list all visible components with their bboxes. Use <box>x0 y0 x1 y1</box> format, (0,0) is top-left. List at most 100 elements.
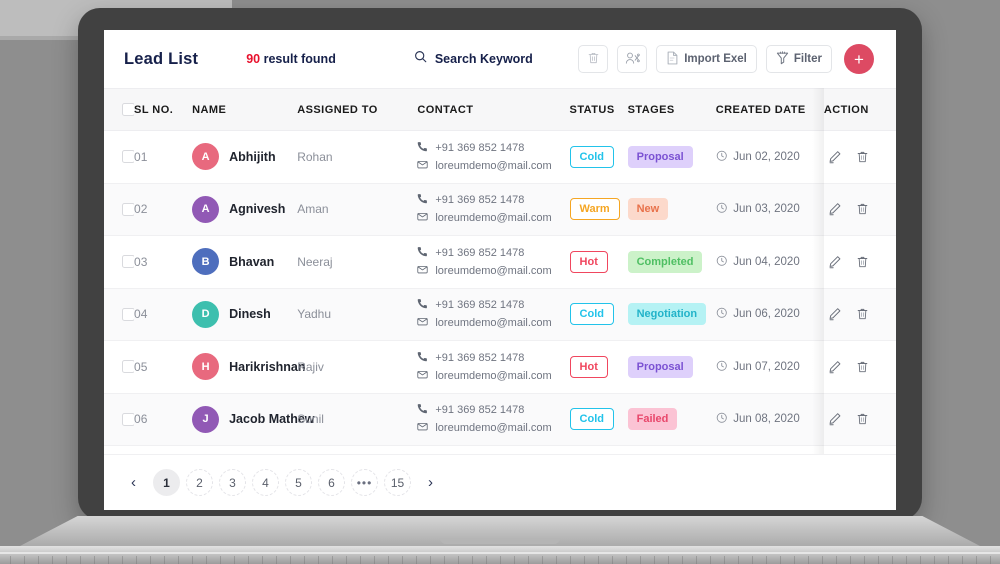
laptop-foot-tick <box>528 556 529 564</box>
laptop-screen: Lead List 90 result found Search Keyword… <box>104 30 896 510</box>
row-status-cell: Warm <box>569 183 628 236</box>
row-sl-no-cell: 01 <box>134 130 193 184</box>
laptop-foot-tick <box>808 556 809 564</box>
pagination-page-5[interactable]: 5 <box>285 469 312 496</box>
status-badge: Cold <box>569 303 614 326</box>
pagination-page-3[interactable]: 3 <box>219 469 246 496</box>
row-sl-no-cell: 04 <box>134 288 193 341</box>
edit-icon[interactable] <box>828 307 842 321</box>
row-action-cell <box>823 288 896 341</box>
laptop-foot-tick <box>150 556 151 564</box>
avatar: D <box>192 300 220 328</box>
pagination-page-15[interactable]: 15 <box>384 469 411 496</box>
row-phone: +91 369 852 1478 <box>417 246 569 260</box>
row-select-cell <box>104 340 135 394</box>
row-sl-no-cell: 06 <box>134 393 193 446</box>
phone-icon <box>417 298 428 312</box>
laptop-foot-tick <box>248 556 249 564</box>
status-badge: Hot <box>569 355 608 378</box>
table-header: SL NO. NAME ASSIGNED TO CONTACT STATUS S… <box>104 88 896 131</box>
laptop-foot-tick <box>948 556 949 564</box>
pagination-ellipsis[interactable]: ••• <box>351 469 378 496</box>
pagination-page-1[interactable]: 1 <box>153 469 180 496</box>
pagination-page-2[interactable]: 2 <box>186 469 213 496</box>
laptop-foot-tick <box>724 556 725 564</box>
row-created-date: Jun 04, 2020 <box>733 255 800 268</box>
row-name-cell: D Dinesh <box>192 288 298 341</box>
column-header-status: STATUS <box>569 88 628 131</box>
laptop-foot-tick <box>710 556 711 564</box>
filter-button[interactable]: Filter <box>765 45 832 73</box>
edit-icon[interactable] <box>828 150 842 164</box>
table-row[interactable]: 06 J Jacob Mathew Sunil +91 369 852 1478 lore… <box>104 393 896 446</box>
phone-icon <box>417 246 428 260</box>
row-lead-name: Harikrishnan <box>229 359 306 374</box>
avatar: B <box>192 248 220 276</box>
stage-badge: Proposal <box>627 145 693 168</box>
laptop-foot-tick <box>304 556 305 564</box>
laptop-foot-tick <box>472 556 473 564</box>
laptop-foot-tick <box>192 556 193 564</box>
add-lead-button[interactable]: + <box>844 44 874 74</box>
row-email: loreumdemo@mail.com <box>417 159 569 173</box>
table-row[interactable]: 01 A Abhijith Rohan +91 369 852 1478 loreumde… <box>104 130 896 184</box>
status-badge: Hot <box>569 250 608 273</box>
delete-icon[interactable] <box>856 150 869 164</box>
mail-icon <box>417 421 428 435</box>
laptop-foot-tick <box>962 556 963 564</box>
laptop-foot-tick <box>584 556 585 564</box>
table-row[interactable]: 05 H Harikrishnan Rajiv +91 369 852 1478 lore… <box>104 340 896 394</box>
edit-icon[interactable] <box>828 255 842 269</box>
row-select-cell <box>104 130 135 184</box>
row-contact-cell: +91 369 852 1478 loreumdemo@mail.com <box>417 288 570 341</box>
row-assigned-to: Aman <box>297 202 329 217</box>
select-all-header <box>104 88 135 131</box>
laptop-foot-tick <box>332 556 333 564</box>
import-excel-label: Import Exel <box>684 53 747 65</box>
pagination-prev[interactable]: ‹ <box>120 469 147 496</box>
search-input[interactable] <box>434 52 575 66</box>
table-body: 01 A Abhijith Rohan +91 369 852 1478 loreumde… <box>104 130 896 446</box>
delete-icon[interactable] <box>856 255 869 269</box>
delete-selected-button[interactable] <box>578 45 609 73</box>
import-excel-button[interactable]: Import Exel <box>656 45 757 73</box>
row-email-text: loreumdemo@mail.com <box>435 422 552 435</box>
delete-icon[interactable] <box>856 412 869 426</box>
pagination-page-6[interactable]: 6 <box>318 469 345 496</box>
edit-icon[interactable] <box>828 360 842 374</box>
row-name-cell: A Agnivesh <box>192 183 298 236</box>
table-row[interactable]: 02 A Agnivesh Aman +91 369 852 1478 loreumdem… <box>104 183 896 236</box>
search-box[interactable] <box>414 50 575 68</box>
laptop-foot-tick <box>458 556 459 564</box>
table-row[interactable]: 03 B Bhavan Neeraj +91 369 852 1478 loreumdem… <box>104 235 896 289</box>
laptop-foot-tick <box>178 556 179 564</box>
status-badge: Cold <box>569 145 614 168</box>
phone-icon <box>417 193 428 207</box>
row-phone-text: +91 369 852 1478 <box>435 351 525 364</box>
trash-icon <box>587 51 600 68</box>
row-contact-cell: +91 369 852 1478 loreumdemo@mail.com <box>417 235 570 289</box>
row-phone: +91 369 852 1478 <box>417 298 569 312</box>
row-assigned-to: Neeraj <box>297 254 333 269</box>
assign-user-button[interactable] <box>617 45 648 73</box>
pagination-next[interactable]: › <box>417 469 444 496</box>
row-created-date-cell: Jun 07, 2020 <box>715 340 824 394</box>
status-badge: Warm <box>569 198 620 221</box>
delete-icon[interactable] <box>856 360 869 374</box>
delete-icon[interactable] <box>856 202 869 216</box>
result-count-label: 90 result found <box>246 52 336 66</box>
row-name-cell: B Bhavan <box>192 235 298 289</box>
clock-icon <box>716 360 728 375</box>
table-row[interactable]: 04 D Dinesh Yadhu +91 369 852 1478 loreumdemo… <box>104 288 896 341</box>
delete-icon[interactable] <box>856 307 869 321</box>
laptop-foot-tick <box>346 556 347 564</box>
row-action-cell <box>823 235 896 289</box>
edit-icon[interactable] <box>828 202 842 216</box>
row-action-cell <box>823 183 896 236</box>
edit-icon[interactable] <box>828 412 842 426</box>
row-email: loreumdemo@mail.com <box>417 369 569 383</box>
avatar: A <box>192 143 220 171</box>
leads-table-container: SL NO. NAME ASSIGNED TO CONTACT STATUS S… <box>104 88 896 454</box>
pagination-page-4[interactable]: 4 <box>252 469 279 496</box>
laptop-foot-tick <box>430 556 431 564</box>
